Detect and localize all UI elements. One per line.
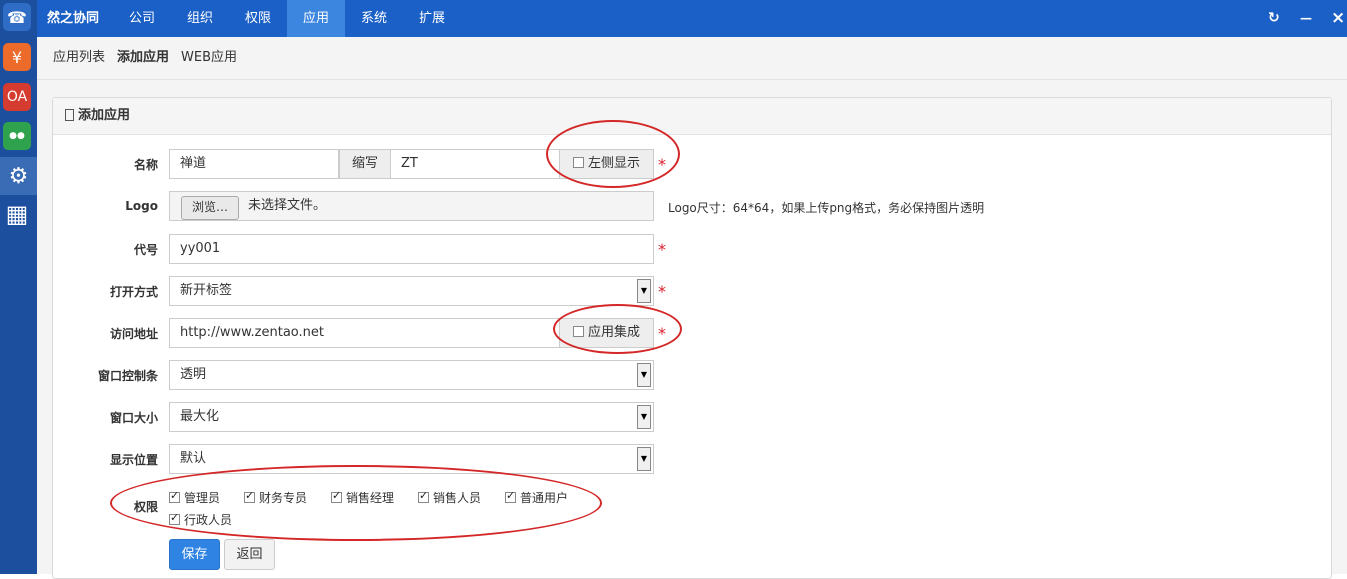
nav-permission[interactable]: 权限 (233, 0, 283, 37)
nav-organization[interactable]: 组织 (175, 0, 225, 37)
checkbox-icon[interactable] (572, 326, 584, 337)
back-button[interactable]: 返回 (224, 539, 275, 570)
window-size-label: 窗口大小 (109, 411, 158, 425)
file-status: 未选择文件。 (248, 198, 327, 213)
app-dock: ☎ ¥ OA ●● ⚙ ▦ (0, 0, 37, 574)
permission-normal-user[interactable]: 普通用户 (505, 489, 568, 506)
top-navbar: 然之协同 公司 组织 权限 应用 系统 扩展 ↻ — × (37, 0, 1347, 37)
nav-company[interactable]: 公司 (117, 0, 167, 37)
logo-hint: Logo尺寸：64*64，如果上传png格式，务必保持图片透明 (668, 201, 985, 215)
open-mode-label: 打开方式 (109, 285, 158, 299)
chevron-down-icon[interactable]: ▼ (637, 447, 651, 471)
window-bar-label: 窗口控制条 (97, 369, 158, 383)
close-icon[interactable]: × (1331, 0, 1345, 37)
panel-header: 添加应用 (53, 98, 1331, 135)
chevron-down-icon[interactable]: ▼ (637, 363, 651, 387)
phone-icon[interactable]: ☎ (3, 3, 31, 31)
refresh-icon[interactable]: ↻ (1268, 0, 1280, 37)
required-mark: * (658, 324, 666, 343)
required-mark: * (658, 240, 666, 259)
window-size-select[interactable]: 最大化 ▼ (169, 402, 654, 432)
required-mark: * (658, 282, 666, 301)
minimize-icon[interactable]: — (1300, 0, 1312, 37)
save-button[interactable]: 保存 (169, 539, 220, 570)
browse-button[interactable]: 浏览… (181, 196, 240, 220)
document-icon (65, 109, 74, 121)
main-content: 添加应用 名称 禅道 缩写 ZT 左侧显示 * Logo 浏览… 未选择文件。 … (37, 80, 1347, 579)
panel-title: 添加应用 (78, 108, 131, 123)
permission-sales-manager[interactable]: 销售经理 (331, 489, 394, 506)
permission-admin-staff[interactable]: 行政人员 (169, 511, 232, 528)
chevron-down-icon[interactable]: ▼ (637, 279, 651, 303)
nav-extension[interactable]: 扩展 (407, 0, 457, 37)
required-mark: * (658, 155, 666, 174)
subnav-app-list[interactable]: 应用列表 (53, 37, 105, 79)
finance-icon[interactable]: ¥ (3, 43, 31, 71)
checkbox-icon[interactable] (572, 157, 584, 168)
window-bar-select[interactable]: 透明 ▼ (169, 360, 654, 390)
position-select[interactable]: 默认 ▼ (169, 444, 654, 474)
name-input[interactable]: 禅道 (169, 149, 339, 179)
subnav-add-app[interactable]: 添加应用 (117, 37, 169, 79)
permission-admin[interactable]: 管理员 (169, 489, 220, 506)
add-app-panel: 添加应用 名称 禅道 缩写 ZT 左侧显示 * Logo 浏览… 未选择文件。 … (52, 97, 1332, 579)
settings-icon[interactable]: ⚙ (0, 157, 37, 195)
abbr-input[interactable]: ZT (390, 149, 560, 179)
sub-navbar: 应用列表 添加应用 WEB应用 (37, 37, 1347, 80)
permission-finance[interactable]: 财务专员 (244, 489, 307, 506)
left-show-checkbox[interactable]: 左侧显示 (559, 149, 654, 179)
code-label: 代号 (133, 243, 158, 257)
position-label: 显示位置 (109, 453, 158, 467)
logo-file-input[interactable]: 浏览… 未选择文件。 (169, 191, 654, 221)
integrate-checkbox[interactable]: 应用集成 (559, 318, 654, 348)
permission-label: 权限 (133, 500, 158, 514)
nav-application[interactable]: 应用 (287, 0, 345, 37)
brand-title[interactable]: 然之协同 (47, 0, 99, 37)
logo-label: Logo (125, 199, 158, 213)
oa-icon[interactable]: OA (3, 83, 31, 111)
nav-system[interactable]: 系统 (349, 0, 399, 37)
chevron-down-icon[interactable]: ▼ (637, 405, 651, 429)
url-label: 访问地址 (109, 327, 158, 341)
apps-grid-icon[interactable]: ▦ (3, 200, 31, 228)
name-label: 名称 (133, 158, 158, 172)
permission-sales[interactable]: 销售人员 (418, 489, 481, 506)
abbr-addon: 缩写 (339, 149, 391, 179)
team-icon[interactable]: ●● (3, 122, 31, 150)
url-input[interactable]: http://www.zentao.net (169, 318, 560, 348)
open-mode-select[interactable]: 新开标签 ▼ (169, 276, 654, 306)
code-input[interactable]: yy001 (169, 234, 654, 264)
subnav-web-app[interactable]: WEB应用 (181, 37, 237, 79)
